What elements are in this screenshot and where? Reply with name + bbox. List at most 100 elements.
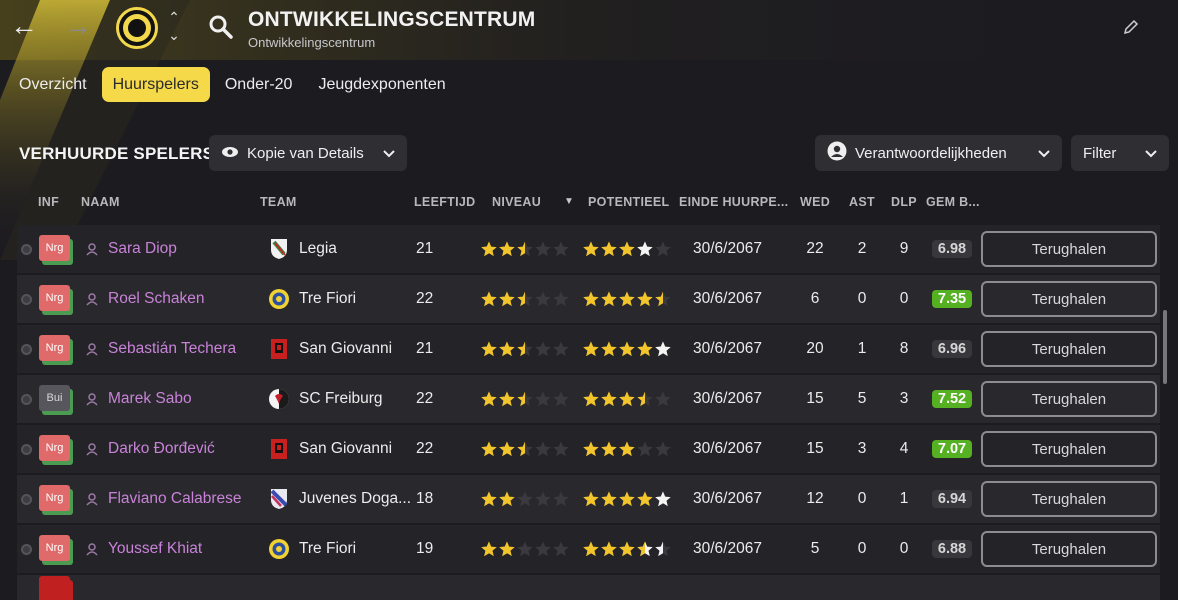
player-name[interactable]: Sara Diop [108, 225, 177, 273]
average-rating-value: 7.35 [931, 290, 973, 308]
recall-button[interactable]: Terughalen [981, 425, 1157, 473]
chevron-down-icon [1145, 146, 1157, 161]
col-leeftijd[interactable]: LEEFTIJD [414, 195, 475, 209]
table-row[interactable]: Nrg Flaviano Calabrese Juvenes Doga... 18 30… [17, 475, 1160, 523]
tab-jeugdexponenten[interactable]: Jeugdexponenten [307, 67, 456, 102]
player-name[interactable]: Roel Schaken [108, 275, 205, 323]
col-niveau[interactable]: NIVEAU [492, 195, 541, 209]
age-value: 22 [416, 290, 434, 307]
team-name[interactable]: San Giovanni [299, 425, 417, 473]
col-ast[interactable]: AST [849, 195, 875, 209]
age-value: 19 [416, 540, 434, 557]
team-name[interactable]: SC Freiburg [299, 375, 417, 423]
search-icon[interactable] [208, 14, 234, 40]
col-dlp[interactable]: DLP [891, 195, 917, 209]
goals-value: 4 [899, 440, 909, 457]
player-name[interactable]: Darko Đorđević [108, 425, 215, 473]
tab-bar: Overzicht Huurspelers Onder-20 Jeugdexponen… [8, 67, 457, 102]
player-name[interactable]: Flaviano Calabrese [108, 475, 242, 523]
table-row[interactable]: Nrg Darko Đorđević San Giovanni 22 30/6/2067… [17, 425, 1160, 473]
table-row[interactable]: Nrg Roel Schaken Tre Fiori 22 30/6/2067 6 0 0 7.… [17, 275, 1160, 323]
current-ability-stars [480, 225, 572, 273]
col-wed[interactable]: WED [800, 195, 830, 209]
col-potentieel[interactable]: POTENTIEEL [588, 195, 669, 209]
filter-button[interactable]: Filter [1071, 135, 1169, 171]
recall-button[interactable]: Terughalen [981, 275, 1157, 323]
top-bar: ← → ⌃ ⌄ ONTWIKKELINGSCENTRUM Ontwikkeling… [0, 0, 1178, 56]
select-dot[interactable] [21, 525, 33, 573]
tab-huurspelers[interactable]: Huurspelers [101, 67, 210, 102]
legia-crest-icon [267, 225, 291, 273]
select-dot[interactable] [21, 325, 33, 373]
col-inf[interactable]: INF [38, 195, 59, 209]
table-row[interactable]: Nrg Sebastián Techera San Giovanni 21 30/6/2… [17, 325, 1160, 373]
filter-label: Filter [1083, 144, 1117, 162]
responsibilities-button[interactable]: Verantwoordelijkheden [815, 135, 1062, 171]
assists-value: 2 [857, 240, 867, 257]
club-logo[interactable] [116, 7, 158, 49]
player-icon [86, 325, 100, 373]
table-row[interactable]: Nrg Youssef Khiat Tre Fiori 19 30/6/2067 5 0 0 6… [17, 525, 1160, 573]
player-name[interactable]: Marek Sabo [108, 375, 192, 423]
select-dot[interactable] [21, 475, 33, 523]
col-gem-beoordeling[interactable]: GEM B... [926, 195, 980, 209]
page-subtitle: Ontwikkelingscentrum [248, 35, 376, 50]
status-badge[interactable]: Nrg [39, 525, 75, 573]
player-name[interactable]: Sebastián Techera [108, 325, 236, 373]
player-name[interactable]: Youssef Khiat [108, 525, 202, 573]
player-icon [86, 275, 100, 323]
assists-value: 3 [857, 440, 867, 457]
player-icon [86, 375, 100, 423]
status-badge[interactable]: Nrg [39, 275, 75, 323]
col-naam[interactable]: NAAM [81, 195, 120, 209]
back-arrow-icon[interactable]: ← [8, 10, 40, 42]
team-name[interactable]: San Giovanni [299, 325, 417, 373]
table-row-partial[interactable] [17, 575, 1160, 600]
player-icon [86, 475, 100, 523]
view-selector-button[interactable]: Kopie van Details [209, 135, 407, 171]
status-badge [39, 575, 75, 600]
current-ability-stars [480, 325, 572, 373]
team-name[interactable]: Tre Fiori [299, 525, 417, 573]
recall-button[interactable]: Terughalen [981, 525, 1157, 573]
loan-end-date: 30/6/2067 [693, 540, 762, 557]
view-selector-label: Kopie van Details [247, 144, 364, 162]
assists-value: 1 [857, 340, 867, 357]
loan-end-date: 30/6/2067 [693, 490, 762, 507]
average-rating-value: 6.96 [931, 340, 973, 358]
tab-onder-20[interactable]: Onder-20 [214, 67, 304, 102]
sort-descending-icon: ▼ [564, 196, 574, 207]
status-badge[interactable]: Bui [39, 375, 75, 423]
recall-button[interactable]: Terughalen [981, 225, 1157, 273]
recall-button-label: Terughalen [981, 231, 1157, 267]
tre-fiori-crest-icon [267, 525, 291, 573]
player-icon [86, 525, 100, 573]
status-badge[interactable]: Nrg [39, 475, 75, 523]
recall-button[interactable]: Terughalen [981, 325, 1157, 373]
col-team[interactable]: TEAM [260, 195, 297, 209]
appearances-value: 5 [810, 540, 820, 557]
status-badge[interactable]: Nrg [39, 225, 75, 273]
average-rating: 6.88 [928, 525, 976, 573]
col-einde-huurperiode[interactable]: EINDE HUURPE... [679, 195, 788, 209]
recall-button[interactable]: Terughalen [981, 375, 1157, 423]
forward-arrow-icon[interactable]: → [62, 10, 94, 42]
club-switch-chevrons-icon[interactable]: ⌃ ⌄ [165, 8, 183, 48]
select-dot[interactable] [21, 425, 33, 473]
table-row[interactable]: Bui Marek Sabo SC Freiburg 22 30/6/2067 15 5 3 7… [17, 375, 1160, 423]
team-name[interactable]: Legia [299, 225, 417, 273]
recall-button[interactable]: Terughalen [981, 475, 1157, 523]
select-dot[interactable] [21, 375, 33, 423]
team-name[interactable]: Tre Fiori [299, 275, 417, 323]
team-name[interactable]: Juvenes Doga... [299, 475, 417, 523]
pencil-icon[interactable] [1122, 18, 1140, 36]
select-dot[interactable] [21, 225, 33, 273]
average-rating-value: 6.98 [931, 240, 973, 258]
status-badge[interactable]: Nrg [39, 425, 75, 473]
table-row[interactable]: Nrg Sara Diop Legia 21 30/6/2067 22 2 9 6.98 Teru… [17, 225, 1160, 273]
status-badge[interactable]: Nrg [39, 325, 75, 373]
select-dot[interactable] [21, 275, 33, 323]
average-rating: 7.52 [928, 375, 976, 423]
scrollbar[interactable] [1163, 310, 1167, 384]
tab-overzicht[interactable]: Overzicht [8, 67, 98, 102]
